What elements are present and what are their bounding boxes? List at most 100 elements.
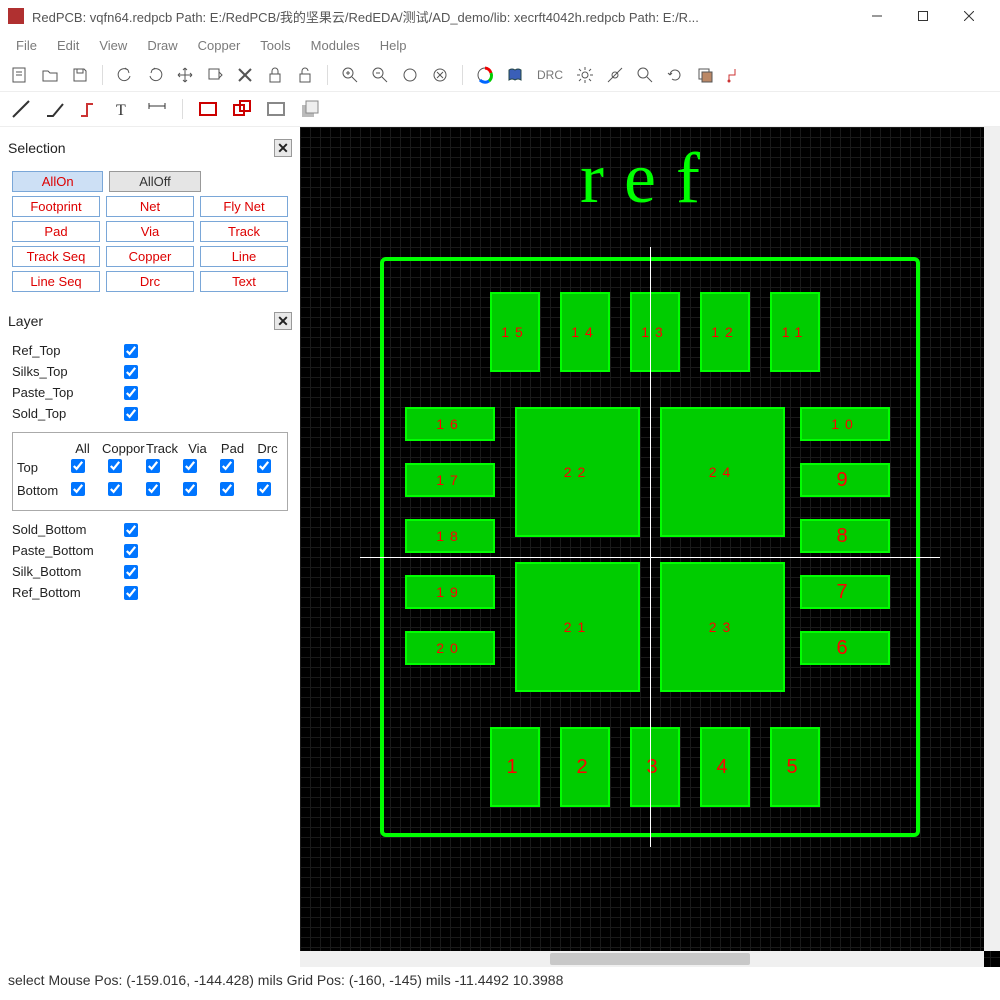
pad[interactable]: 4 (700, 727, 750, 807)
net-button[interactable]: Net (106, 196, 194, 217)
zoom-all-icon[interactable] (633, 63, 657, 87)
route-icon[interactable] (723, 63, 747, 87)
menu-file[interactable]: File (8, 36, 45, 55)
menu-copper[interactable]: Copper (190, 36, 249, 55)
sun-icon[interactable] (573, 63, 597, 87)
pad[interactable]: 5 (770, 727, 820, 807)
delete-icon[interactable] (233, 63, 257, 87)
close-button[interactable] (946, 0, 992, 32)
text-tool-icon[interactable]: T (110, 96, 136, 122)
rect-tool-icon[interactable] (195, 96, 221, 122)
lt-checkbox[interactable] (108, 482, 122, 496)
lt-checkbox[interactable] (220, 482, 234, 496)
menu-help[interactable]: Help (372, 36, 415, 55)
lt-checkbox[interactable] (146, 482, 160, 496)
layers-icon[interactable] (693, 63, 717, 87)
pad[interactable]: 1 (490, 727, 540, 807)
lt-checkbox[interactable] (71, 482, 85, 496)
menu-modules[interactable]: Modules (303, 36, 368, 55)
lt-checkbox[interactable] (71, 459, 85, 473)
polyline-tool-icon[interactable] (42, 96, 68, 122)
pad[interactable]: 16 (405, 407, 495, 441)
cut-icon[interactable] (203, 63, 227, 87)
lt-checkbox[interactable] (257, 482, 271, 496)
footprint-button[interactable]: Footprint (12, 196, 100, 217)
pad[interactable]: 11 (770, 292, 820, 372)
pad[interactable]: 13 (630, 292, 680, 372)
lt-checkbox[interactable] (183, 459, 197, 473)
layer-checkbox[interactable] (124, 565, 138, 579)
pad[interactable]: 22 (515, 407, 640, 537)
zoom-in-icon[interactable] (338, 63, 362, 87)
lt-checkbox[interactable] (257, 459, 271, 473)
via-button[interactable]: Via (106, 221, 194, 242)
layered-rect-tool-icon[interactable] (297, 96, 323, 122)
pad-button[interactable]: Pad (12, 221, 100, 242)
copper-button[interactable]: Copper (106, 246, 194, 267)
pad[interactable]: 9 (800, 463, 890, 497)
horizontal-scrollbar[interactable] (300, 951, 984, 967)
pad[interactable]: 3 (630, 727, 680, 807)
pad[interactable]: 10 (800, 407, 890, 441)
pad[interactable]: 23 (660, 562, 785, 692)
layer-checkbox[interactable] (124, 523, 138, 537)
pad[interactable]: 7 (800, 575, 890, 609)
drc-button[interactable]: Drc (106, 271, 194, 292)
new-file-icon[interactable] (8, 63, 32, 87)
undo-icon[interactable] (113, 63, 137, 87)
layer-panel-close[interactable]: ✕ (274, 312, 292, 330)
layer-checkbox[interactable] (124, 407, 138, 421)
lock-icon[interactable] (263, 63, 287, 87)
step-tool-icon[interactable] (76, 96, 102, 122)
menu-tools[interactable]: Tools (252, 36, 298, 55)
double-rect-tool-icon[interactable] (229, 96, 255, 122)
lt-checkbox[interactable] (146, 459, 160, 473)
zoom-fit-icon[interactable] (398, 63, 422, 87)
open-folder-icon[interactable] (38, 63, 62, 87)
filled-rect-tool-icon[interactable] (263, 96, 289, 122)
layer-checkbox[interactable] (124, 544, 138, 558)
pad[interactable]: 14 (560, 292, 610, 372)
pad[interactable]: 17 (405, 463, 495, 497)
zoom-cancel-icon[interactable] (428, 63, 452, 87)
menu-edit[interactable]: Edit (49, 36, 87, 55)
vertical-scrollbar[interactable] (984, 127, 1000, 951)
pad[interactable]: 21 (515, 562, 640, 692)
pad[interactable]: 12 (700, 292, 750, 372)
line-tool-icon[interactable] (8, 96, 34, 122)
dimension-tool-icon[interactable] (144, 96, 170, 122)
unlock-icon[interactable] (293, 63, 317, 87)
line-button[interactable]: Line (200, 246, 288, 267)
sun-off-icon[interactable] (603, 63, 627, 87)
minimize-button[interactable] (854, 0, 900, 32)
alloff-button[interactable]: AllOff (109, 171, 200, 192)
canvas[interactable]: ref 151413121112345161718192010987622242… (300, 127, 1000, 967)
menu-view[interactable]: View (91, 36, 135, 55)
pad[interactable]: 19 (405, 575, 495, 609)
selection-panel-close[interactable]: ✕ (274, 139, 292, 157)
pad[interactable]: 2 (560, 727, 610, 807)
pad[interactable]: 6 (800, 631, 890, 665)
save-icon[interactable] (68, 63, 92, 87)
lt-checkbox[interactable] (183, 482, 197, 496)
lineseq-button[interactable]: Line Seq (12, 271, 100, 292)
layer-checkbox[interactable] (124, 386, 138, 400)
zoom-out-icon[interactable] (368, 63, 392, 87)
layer-checkbox[interactable] (124, 344, 138, 358)
book-icon[interactable] (503, 63, 527, 87)
maximize-button[interactable] (900, 0, 946, 32)
pad[interactable]: 20 (405, 631, 495, 665)
text-button[interactable]: Text (200, 271, 288, 292)
pad[interactable]: 8 (800, 519, 890, 553)
pad[interactable]: 15 (490, 292, 540, 372)
pad[interactable]: 24 (660, 407, 785, 537)
pad[interactable]: 18 (405, 519, 495, 553)
redo-icon[interactable] (143, 63, 167, 87)
layer-checkbox[interactable] (124, 365, 138, 379)
layer-checkbox[interactable] (124, 586, 138, 600)
drc-button[interactable]: DRC (533, 63, 567, 87)
trackseq-button[interactable]: Track Seq (12, 246, 100, 267)
refresh-icon[interactable] (663, 63, 687, 87)
track-button[interactable]: Track (200, 221, 288, 242)
menu-draw[interactable]: Draw (139, 36, 185, 55)
